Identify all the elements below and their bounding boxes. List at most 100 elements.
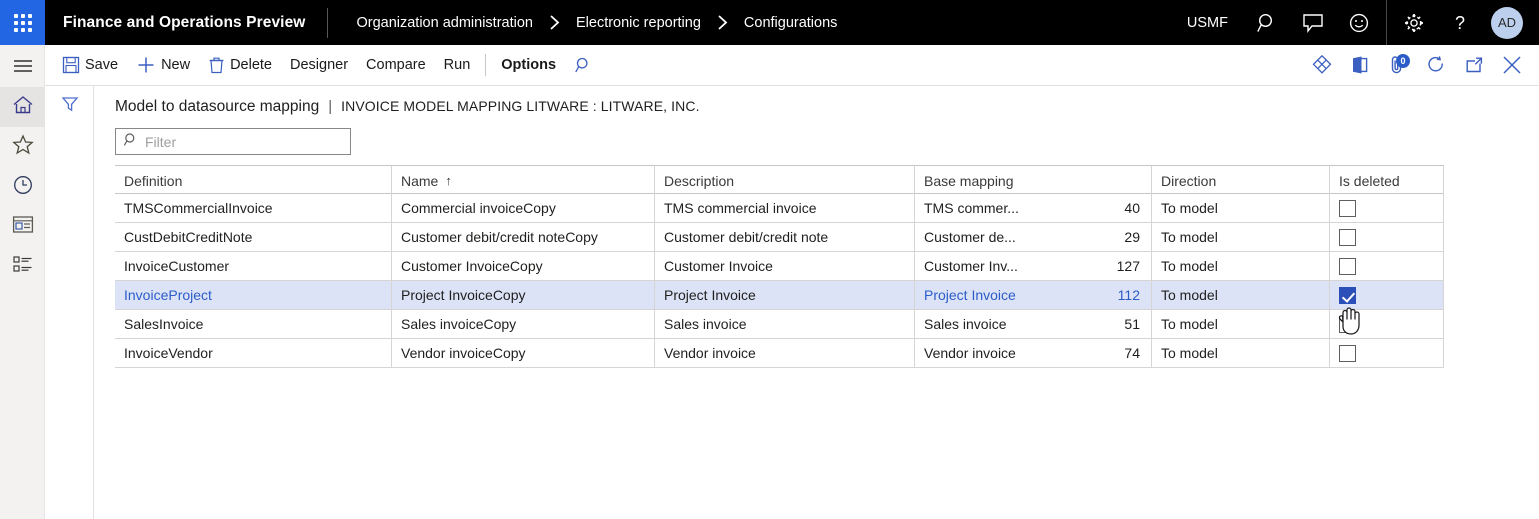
hamburger-menu-icon[interactable] bbox=[0, 45, 45, 87]
settings-gear-icon[interactable] bbox=[1391, 0, 1437, 45]
personalize-diamond-icon[interactable] bbox=[1303, 45, 1341, 86]
delete-button[interactable]: Delete bbox=[199, 45, 281, 86]
is-deleted-checkbox[interactable] bbox=[1339, 286, 1356, 304]
cell-definition[interactable]: InvoiceCustomer bbox=[115, 252, 392, 280]
column-header-name[interactable]: Name ↑ bbox=[392, 166, 655, 195]
cell-base-mapping-label: Project Invoice bbox=[924, 287, 1016, 303]
cell-direction[interactable]: To model bbox=[1152, 281, 1330, 309]
cell-name[interactable]: Sales invoiceCopy bbox=[392, 310, 655, 338]
sidebar-item-favorites[interactable] bbox=[0, 127, 45, 167]
table-row[interactable]: SalesInvoice Sales invoiceCopy Sales inv… bbox=[115, 310, 1444, 339]
main-content-panel: Model to datasource mapping | INVOICE MO… bbox=[94, 86, 1539, 519]
sidebar-item-workspaces[interactable] bbox=[0, 207, 45, 247]
table-row[interactable]: TMSCommercialInvoice Commercial invoiceC… bbox=[115, 194, 1444, 223]
filter-input[interactable] bbox=[138, 132, 343, 151]
cell-description[interactable]: Sales invoice bbox=[655, 310, 915, 338]
cell-name[interactable]: Customer InvoiceCopy bbox=[392, 252, 655, 280]
message-icon[interactable] bbox=[1290, 0, 1336, 45]
search-icon[interactable] bbox=[1244, 0, 1290, 45]
attachments-icon[interactable]: 0 bbox=[1379, 45, 1417, 86]
compare-button[interactable]: Compare bbox=[357, 45, 435, 86]
designer-button[interactable]: Designer bbox=[281, 45, 357, 86]
cell-definition[interactable]: InvoiceProject bbox=[115, 281, 392, 309]
cell-direction[interactable]: To model bbox=[1152, 339, 1330, 367]
table-row[interactable]: CustDebitCreditNote Customer debit/credi… bbox=[115, 223, 1444, 252]
cell-direction[interactable]: To model bbox=[1152, 310, 1330, 338]
delete-label: Delete bbox=[230, 57, 272, 73]
cell-name[interactable]: Customer debit/credit noteCopy bbox=[392, 223, 655, 251]
breadcrumb-item-configurations[interactable]: Configurations bbox=[742, 15, 840, 31]
open-in-new-window-icon[interactable] bbox=[1455, 45, 1493, 86]
breadcrumb-item-electronic-reporting[interactable]: Electronic reporting bbox=[574, 15, 703, 31]
cell-is-deleted[interactable] bbox=[1330, 223, 1444, 251]
cell-base-mapping-count: 51 bbox=[1124, 316, 1140, 332]
sidebar-item-modules[interactable] bbox=[0, 247, 45, 287]
column-header-definition[interactable]: Definition bbox=[115, 166, 392, 195]
table-row[interactable]: InvoiceCustomer Customer InvoiceCopy Cus… bbox=[115, 252, 1444, 281]
cell-base-mapping[interactable]: TMS commer... 40 bbox=[915, 194, 1152, 222]
cell-description[interactable]: Customer Invoice bbox=[655, 252, 915, 280]
filter-funnel-icon[interactable] bbox=[45, 86, 94, 122]
cell-base-mapping[interactable]: Customer Inv... 127 bbox=[915, 252, 1152, 280]
is-deleted-checkbox[interactable] bbox=[1339, 315, 1356, 333]
is-deleted-checkbox[interactable] bbox=[1339, 228, 1356, 246]
avatar[interactable]: AD bbox=[1491, 6, 1523, 39]
close-icon[interactable] bbox=[1493, 45, 1531, 86]
feedback-smiley-icon[interactable] bbox=[1336, 0, 1382, 45]
action-pane-toolbar: Save New Delete Designer Compare Run Opt… bbox=[45, 45, 1539, 86]
cell-name[interactable]: Project InvoiceCopy bbox=[392, 281, 655, 309]
sidebar-item-home[interactable] bbox=[0, 87, 45, 127]
cell-direction[interactable]: To model bbox=[1152, 223, 1330, 251]
run-button[interactable]: Run bbox=[435, 45, 480, 86]
toolbar-search-button[interactable] bbox=[565, 45, 606, 86]
cell-definition[interactable]: CustDebitCreditNote bbox=[115, 223, 392, 251]
search-icon bbox=[123, 132, 138, 152]
cell-description[interactable]: TMS commercial invoice bbox=[655, 194, 915, 222]
quick-filter[interactable] bbox=[115, 128, 351, 155]
cell-name[interactable]: Vendor invoiceCopy bbox=[392, 339, 655, 367]
cell-base-mapping[interactable]: Project Invoice 112 bbox=[915, 281, 1152, 309]
cell-is-deleted[interactable] bbox=[1330, 339, 1444, 367]
cell-description[interactable]: Customer debit/credit note bbox=[655, 223, 915, 251]
table-row[interactable]: InvoiceProject Project InvoiceCopy Proje… bbox=[115, 281, 1444, 310]
cell-direction[interactable]: To model bbox=[1152, 252, 1330, 280]
cell-direction[interactable]: To model bbox=[1152, 194, 1330, 222]
is-deleted-checkbox[interactable] bbox=[1339, 257, 1356, 275]
options-button[interactable]: Options bbox=[492, 45, 565, 86]
column-header-base-mapping[interactable]: Base mapping bbox=[915, 166, 1152, 195]
refresh-icon[interactable] bbox=[1417, 45, 1455, 86]
new-button[interactable]: New bbox=[127, 45, 199, 86]
cell-base-mapping[interactable]: Vendor invoice 74 bbox=[915, 339, 1152, 367]
column-header-description[interactable]: Description bbox=[655, 166, 915, 195]
column-header-is-deleted[interactable]: Is deleted bbox=[1330, 166, 1444, 195]
cell-is-deleted[interactable] bbox=[1330, 252, 1444, 280]
cell-definition[interactable]: SalesInvoice bbox=[115, 310, 392, 338]
help-question-icon[interactable]: ? bbox=[1437, 0, 1483, 45]
cell-is-deleted[interactable] bbox=[1330, 194, 1444, 222]
cell-definition[interactable]: TMSCommercialInvoice bbox=[115, 194, 392, 222]
cell-description[interactable]: Project Invoice bbox=[655, 281, 915, 309]
is-deleted-checkbox[interactable] bbox=[1339, 344, 1356, 362]
save-button[interactable]: Save bbox=[53, 45, 127, 86]
company-selector[interactable]: USMF bbox=[1181, 15, 1244, 31]
column-header-label: Is deleted bbox=[1339, 172, 1400, 189]
filter-box-wrapper bbox=[94, 120, 1539, 155]
office-export-icon[interactable] bbox=[1341, 45, 1379, 86]
cell-is-deleted[interactable] bbox=[1330, 281, 1444, 309]
cell-base-mapping[interactable]: Customer de... 29 bbox=[915, 223, 1152, 251]
cell-description[interactable]: Vendor invoice bbox=[655, 339, 915, 367]
cell-name[interactable]: Commercial invoiceCopy bbox=[392, 194, 655, 222]
sidebar-item-recent[interactable] bbox=[0, 167, 45, 207]
cell-base-mapping-count: 40 bbox=[1124, 200, 1140, 216]
cell-definition[interactable]: InvoiceVendor bbox=[115, 339, 392, 367]
app-launcher-icon[interactable] bbox=[0, 0, 45, 45]
run-label: Run bbox=[443, 57, 471, 73]
is-deleted-checkbox[interactable] bbox=[1339, 199, 1356, 217]
breadcrumb-item-organization-administration[interactable]: Organization administration bbox=[354, 15, 535, 31]
cell-is-deleted[interactable] bbox=[1330, 310, 1444, 338]
search-icon bbox=[574, 56, 592, 74]
table-row[interactable]: InvoiceVendor Vendor invoiceCopy Vendor … bbox=[115, 339, 1444, 368]
app-title[interactable]: Finance and Operations Preview bbox=[45, 14, 327, 32]
cell-base-mapping[interactable]: Sales invoice 51 bbox=[915, 310, 1152, 338]
column-header-direction[interactable]: Direction bbox=[1152, 166, 1330, 195]
